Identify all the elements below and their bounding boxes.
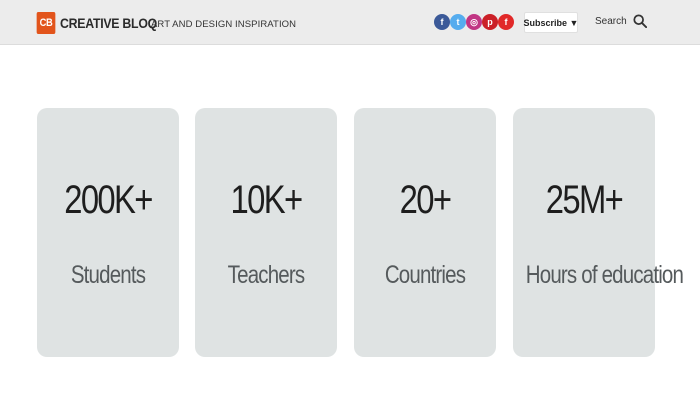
stat-card-countries: 20+ Countries (354, 108, 496, 357)
stat-card-hours: 25M+ Hours of education (513, 108, 684, 357)
stat-value: 20+ (399, 178, 452, 222)
stat-card-teachers: 10K+ Teachers (195, 108, 337, 357)
stat-label: Countries (384, 261, 466, 289)
search-icon (633, 14, 647, 28)
stat-label: Students (70, 261, 146, 289)
logo-text: CREATIVE BLOQ (60, 14, 157, 31)
stat-value: 10K+ (230, 178, 304, 222)
flipboard-icon[interactable]: f (498, 14, 514, 30)
twitter-icon[interactable]: t (450, 14, 466, 30)
search-button[interactable]: Search (595, 14, 647, 28)
facebook-icon[interactable]: f (434, 14, 450, 30)
subscribe-button[interactable]: Subscribe ▼ (524, 12, 578, 33)
stat-label: Hours of education (525, 261, 684, 289)
stat-card-students: 200K+ Students (37, 108, 179, 357)
stat-label: Teachers (227, 261, 305, 289)
social-links: f t ◎ p f (434, 14, 514, 30)
search-label: Search (595, 15, 627, 27)
site-tagline: ART AND DESIGN INSPIRATION (151, 19, 297, 30)
logo-badge: CB (36, 11, 56, 34)
stat-value: 200K+ (64, 178, 153, 222)
pinterest-icon[interactable]: p (482, 14, 498, 30)
stat-value: 25M+ (545, 178, 624, 222)
site-header: CB CREATIVE BLOQ ART AND DESIGN INSPIRAT… (0, 0, 700, 45)
instagram-icon[interactable]: ◎ (466, 14, 482, 30)
site-logo[interactable]: CB CREATIVE BLOQ (35, 10, 170, 35)
